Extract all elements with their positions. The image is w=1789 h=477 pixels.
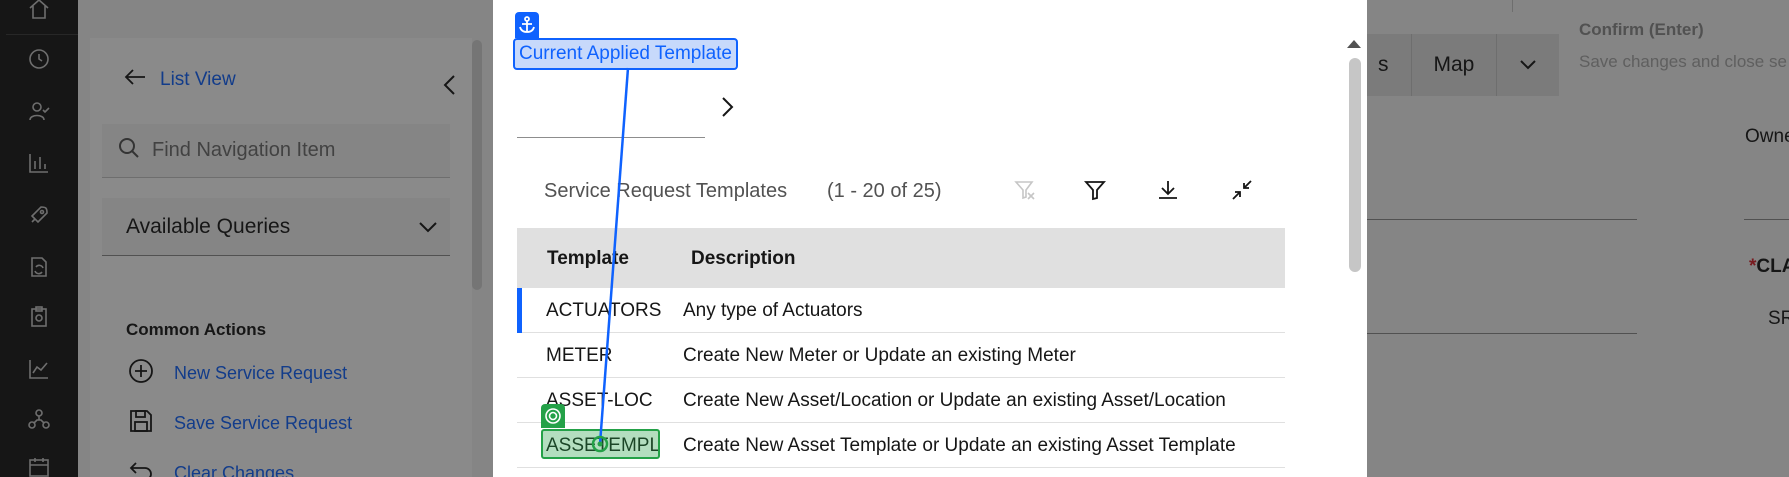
chevron-right-icon[interactable] [721,96,735,123]
column-template[interactable]: Template [547,248,629,270]
current-applied-template-link[interactable]: Current Applied Template [513,38,738,70]
table-title: Service Request Templates [544,180,788,202]
description-cell: Create New Asset/Location or Update an e… [683,390,1226,411]
table-count: (1 - 20 of 25) [827,180,942,202]
filter-icon[interactable] [1083,178,1107,207]
modal-scrollbar[interactable] [1349,58,1361,272]
description-cell: Any type of Actuators [683,300,863,321]
template-cell[interactable]: METER [546,345,613,367]
scroll-up-icon[interactable] [1347,36,1361,54]
clear-filter-icon[interactable] [1013,178,1037,207]
template-field[interactable] [517,80,705,138]
description-cell: Create New Asset Template or Update an e… [683,435,1236,456]
minimize-icon[interactable] [1230,178,1254,207]
template-modal: Service Request Templates (1 - 20 of 25)… [493,0,1367,477]
table-header: Template Description [517,228,1285,288]
anchor-icon [515,12,539,38]
template-cell[interactable]: ACTUATORS [546,300,661,322]
table-row[interactable]: METER Create New Meter or Update an exis… [517,333,1285,378]
target-icon [541,404,565,428]
selected-row-indicator [517,288,522,333]
target-highlight[interactable] [541,429,660,459]
table-row[interactable]: ACTUATORS Any type of Actuators [517,288,1285,333]
download-icon[interactable] [1156,178,1180,207]
table-row[interactable]: ASSET-LOC Create New Asset/Location or U… [517,378,1285,423]
column-description[interactable]: Description [691,248,796,270]
description-cell: Create New Meter or Update an existing M… [683,345,1076,366]
